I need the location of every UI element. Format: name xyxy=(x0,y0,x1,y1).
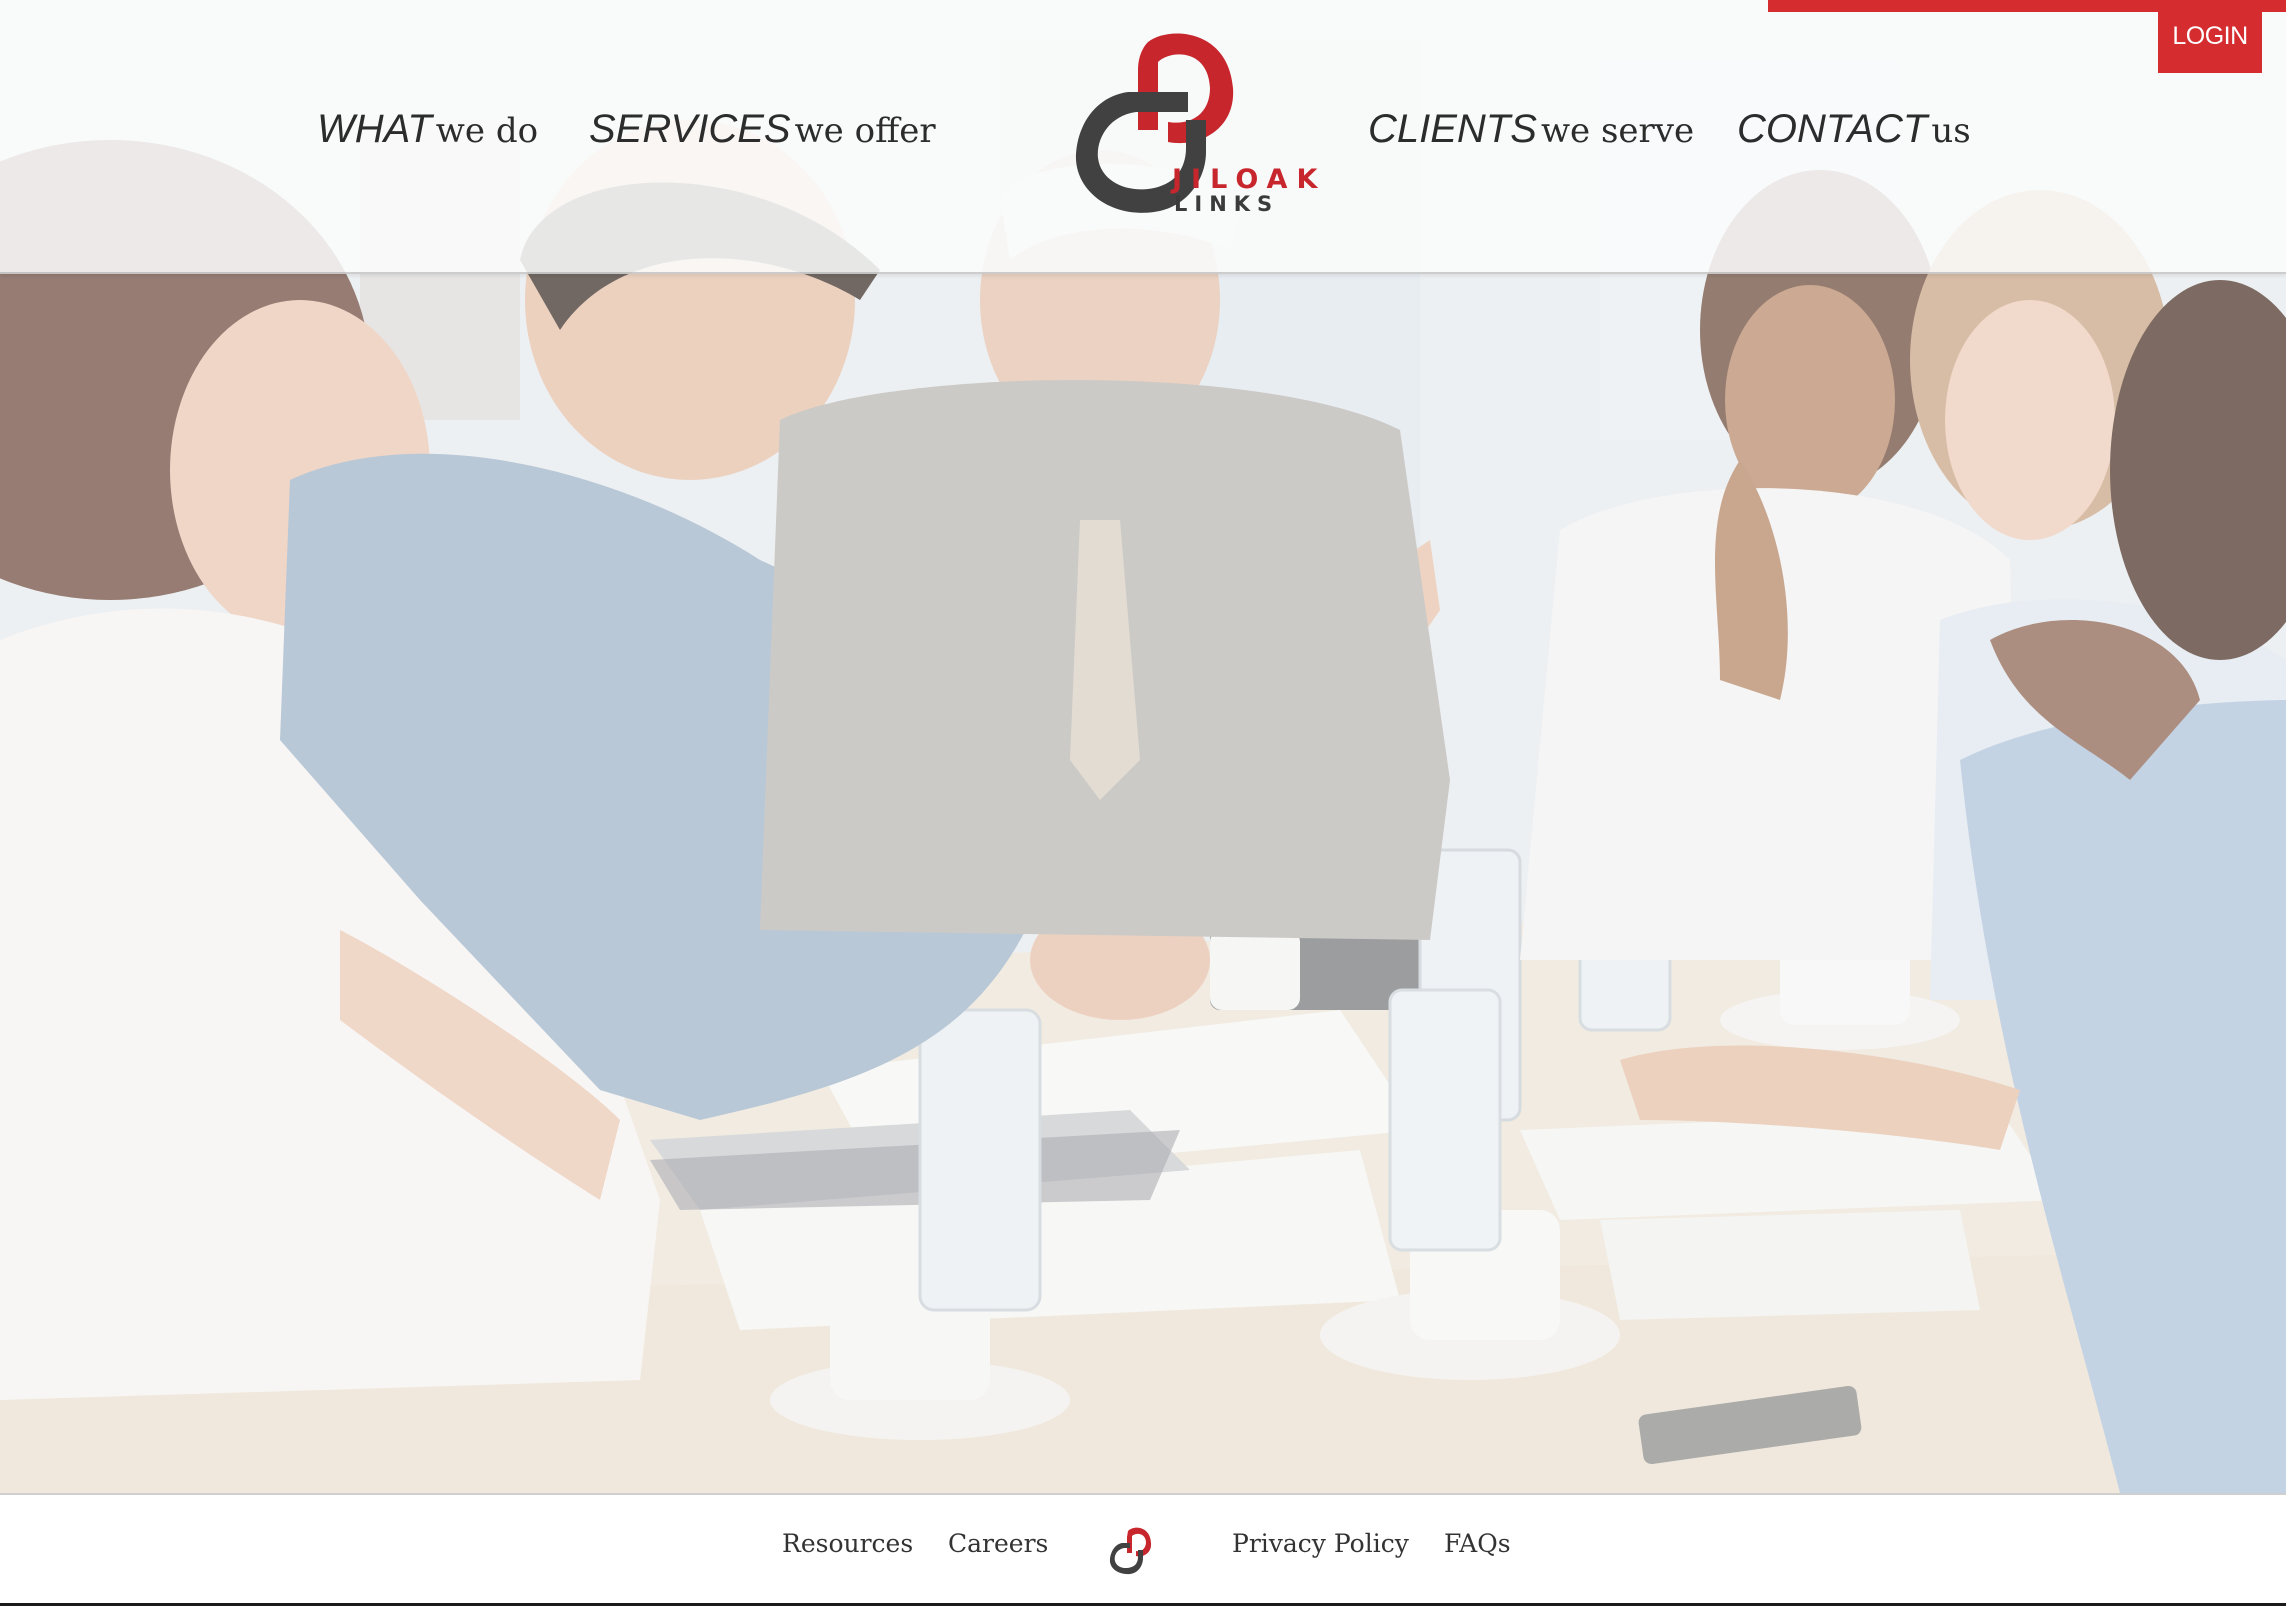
nav-services-strong: SERVICES xyxy=(589,107,791,151)
nav-contact-us[interactable]: CONTACT us xyxy=(1737,104,1971,154)
nav-what-strong: WHAT xyxy=(317,107,432,151)
nav-services-we-offer[interactable]: SERVICES we offer xyxy=(589,104,936,154)
login-button[interactable]: LOGIN xyxy=(2158,0,2262,73)
nav-services-light: we offer xyxy=(794,111,936,151)
nav-what-we-do[interactable]: WHAT we do xyxy=(317,104,538,154)
site-header: LOGIN WHAT we do SERVICES we offer CLIENTS… xyxy=(0,0,2286,274)
nav-contact-strong: CONTACT xyxy=(1737,107,1928,151)
nav-clients-we-serve[interactable]: CLIENTS we serve xyxy=(1368,104,1694,154)
nav-clients-strong: CLIENTS xyxy=(1368,107,1537,151)
footer-link-resources[interactable]: Resources xyxy=(782,1529,913,1558)
logo-wordmark-jiloak: JILOAK xyxy=(1172,164,1327,195)
footer-link-privacy-policy[interactable]: Privacy Policy xyxy=(1232,1529,1409,1558)
footer-link-careers[interactable]: Careers xyxy=(948,1529,1048,1558)
nav-what-light: we do xyxy=(435,111,539,151)
nav-clients-light: we serve xyxy=(1540,111,1695,151)
logo-wordmark-links: LINKS xyxy=(1174,192,1280,216)
footer-logo-icon[interactable] xyxy=(1106,1525,1160,1579)
footer-link-faqs[interactable]: FAQs xyxy=(1444,1529,1511,1558)
site-footer: Resources Careers Privacy Policy FAQs xyxy=(0,1493,2286,1608)
nav-contact-light: us xyxy=(1931,111,1971,151)
